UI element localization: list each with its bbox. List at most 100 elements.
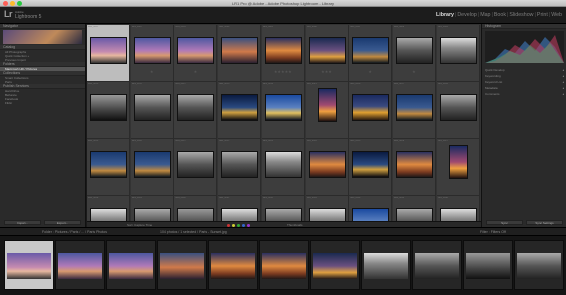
filmstrip-image	[109, 253, 153, 279]
identity-plate: Lr Adobe Lightroom 5 Library | Develop | Map…	[0, 7, 566, 24]
grid-thumbnail[interactable]: IMG_0025	[349, 139, 393, 196]
filmstrip-thumbnail[interactable]	[157, 240, 207, 290]
navigator-header[interactable]: Navigator	[0, 24, 85, 29]
grid-thumbnail[interactable]: IMG_0029	[130, 196, 174, 221]
thumbnail-filename: IMG_0012	[175, 83, 186, 85]
photo-thumbnail-image	[395, 208, 433, 221]
grid-thumbnail[interactable]: IMG_0002 ★	[130, 25, 174, 82]
navigator-preview[interactable]	[3, 30, 82, 44]
grid-thumbnail[interactable]: IMG_0018	[436, 82, 480, 139]
filmstrip-thumbnail[interactable]	[361, 240, 411, 290]
filmstrip-count: 104 photos / 1 selected / Paris - Sunset…	[160, 230, 227, 234]
photo-thumbnail-image	[133, 208, 171, 221]
sync-button[interactable]: Sync	[486, 220, 523, 225]
grid-thumbnail[interactable]: IMG_0028	[87, 196, 130, 221]
grid-thumbnail[interactable]: IMG_0009	[436, 25, 480, 82]
grid-thumbnail[interactable]: IMG_0035	[392, 196, 436, 221]
window-title: LR1 Pro @ Adobe - Adobe Photoshop Lightr…	[231, 1, 335, 6]
star-rating[interactable]: ★★★	[306, 69, 348, 74]
import-button[interactable]: Import...	[4, 220, 41, 225]
grid-thumbnail[interactable]: IMG_0023	[261, 139, 305, 196]
photo-thumbnail-image	[177, 151, 215, 178]
metadata-row[interactable]: Metadata ◂	[485, 86, 564, 91]
star-rating[interactable]: ★★★★★	[262, 69, 304, 74]
module-book[interactable]: Book	[494, 12, 506, 18]
thumbnail-filename: IMG_0033	[306, 197, 317, 199]
grid-thumbnail[interactable]: IMG_0001	[87, 25, 130, 82]
thumbnail-filename: IMG_0030	[175, 197, 186, 199]
module-develop[interactable]: Develop	[457, 12, 476, 18]
filmstrip-thumbnail[interactable]	[412, 240, 462, 290]
grid-thumbnail[interactable]: IMG_0004	[218, 25, 262, 82]
grid-thumbnail[interactable]: IMG_0017	[392, 82, 436, 139]
grid-thumbnail[interactable]: IMG_0005 ★★★★★	[261, 25, 305, 82]
lightroom-logo: Lr	[4, 9, 13, 19]
thumbnail-filename: IMG_0001	[88, 26, 99, 28]
thumbnail-filename: IMG_0007	[350, 26, 361, 28]
grid-thumbnail[interactable]: IMG_0021	[174, 139, 218, 196]
grid-thumbnail[interactable]: IMG_0026	[392, 139, 436, 196]
filmstrip-thumbnail[interactable]	[55, 240, 105, 290]
grid-thumbnail[interactable]: IMG_0015	[305, 82, 349, 139]
grid-thumbnail[interactable]: IMG_0006 ★★★	[305, 25, 349, 82]
photo-thumbnail-image	[395, 151, 433, 178]
grid-thumbnail[interactable]: IMG_0010	[87, 82, 130, 139]
photo-thumbnail-image	[264, 151, 302, 178]
filmstrip-thumbnail[interactable]	[463, 240, 513, 290]
grid-thumbnail[interactable]: IMG_0032	[261, 196, 305, 221]
export-button[interactable]: Export...	[44, 220, 81, 225]
grid-thumbnail[interactable]: IMG_0034	[349, 196, 393, 221]
sync-settings-button[interactable]: Sync Settings	[526, 220, 563, 225]
module-web[interactable]: Web	[551, 12, 562, 18]
grid-thumbnail[interactable]: IMG_0014	[261, 82, 305, 139]
histogram-header[interactable]: Histogram	[482, 24, 566, 29]
publish-item[interactable]: Flickr	[0, 101, 85, 105]
module-separator: |	[548, 12, 551, 18]
filmstrip-thumbnail[interactable]	[106, 240, 156, 290]
keyword-list-row[interactable]: Keyword List ◂	[485, 80, 564, 85]
star-rating[interactable]: ★	[174, 69, 216, 74]
filmstrip-thumbnail[interactable]	[4, 240, 54, 290]
grid-thumbnail[interactable]: IMG_0036	[436, 196, 480, 221]
filmstrip-thumbnail[interactable]	[514, 240, 564, 290]
filmstrip-source[interactable]: Folder : Pictures / Paris / ... / Paris …	[42, 228, 107, 236]
grid-thumbnail[interactable]: IMG_0031	[218, 196, 262, 221]
star-rating[interactable]: ★	[131, 69, 173, 74]
filmstrip-image	[262, 253, 306, 279]
grid-thumbnail[interactable]: IMG_0024	[305, 139, 349, 196]
grid-thumbnail[interactable]: IMG_0022	[218, 139, 262, 196]
grid-thumbnail[interactable]: IMG_0027	[436, 139, 480, 196]
grid-thumbnail[interactable]: IMG_0033	[305, 196, 349, 221]
grid-thumbnail[interactable]: IMG_0012	[174, 82, 218, 139]
star-rating[interactable]: ★	[393, 69, 435, 74]
quick-develop-row[interactable]: Quick Develop ◂	[485, 68, 564, 73]
photo-thumbnail-image	[264, 37, 302, 64]
grid-thumbnail[interactable]: IMG_0007 ★	[349, 25, 393, 82]
comments-row[interactable]: Comments ◂	[485, 92, 564, 97]
module-map[interactable]: Map	[480, 12, 490, 18]
thumbnail-filename: IMG_0026	[393, 140, 405, 142]
thumbnail-filename: IMG_0003	[175, 26, 186, 28]
photo-thumbnail-image	[395, 94, 433, 121]
module-library[interactable]: Library	[436, 12, 454, 18]
grid-thumbnail[interactable]: IMG_0013	[218, 82, 262, 139]
grid-thumbnail[interactable]: IMG_0011	[130, 82, 174, 139]
grid-thumbnail[interactable]: IMG_0030	[174, 196, 218, 221]
star-rating[interactable]: ★	[349, 69, 391, 74]
filmstrip-thumbnail[interactable]	[208, 240, 258, 290]
grid-thumbnail[interactable]: IMG_0019	[87, 139, 130, 196]
filmstrip-filter[interactable]: Filter : Filters Off	[480, 228, 506, 236]
module-print[interactable]: Print	[537, 12, 548, 18]
grid-thumbnail[interactable]: IMG_0008 ★	[392, 25, 436, 82]
filmstrip-thumbnail[interactable]	[310, 240, 360, 290]
thumbnail-filename: IMG_0025	[350, 140, 361, 142]
module-slideshow[interactable]: Slideshow	[509, 12, 533, 18]
grid-thumbnail[interactable]: IMG_0020	[130, 139, 174, 196]
left-panel: Navigator Catalog All Photographs Quick …	[0, 24, 86, 227]
keywording-row[interactable]: Keywording ◂	[485, 74, 564, 79]
grid-thumbnail[interactable]: IMG_0003 ★	[174, 25, 218, 82]
filmstrip-image	[211, 253, 255, 279]
photo-thumbnail-image	[221, 94, 259, 121]
grid-thumbnail[interactable]: IMG_0016	[349, 82, 393, 139]
filmstrip-thumbnail[interactable]	[259, 240, 309, 290]
